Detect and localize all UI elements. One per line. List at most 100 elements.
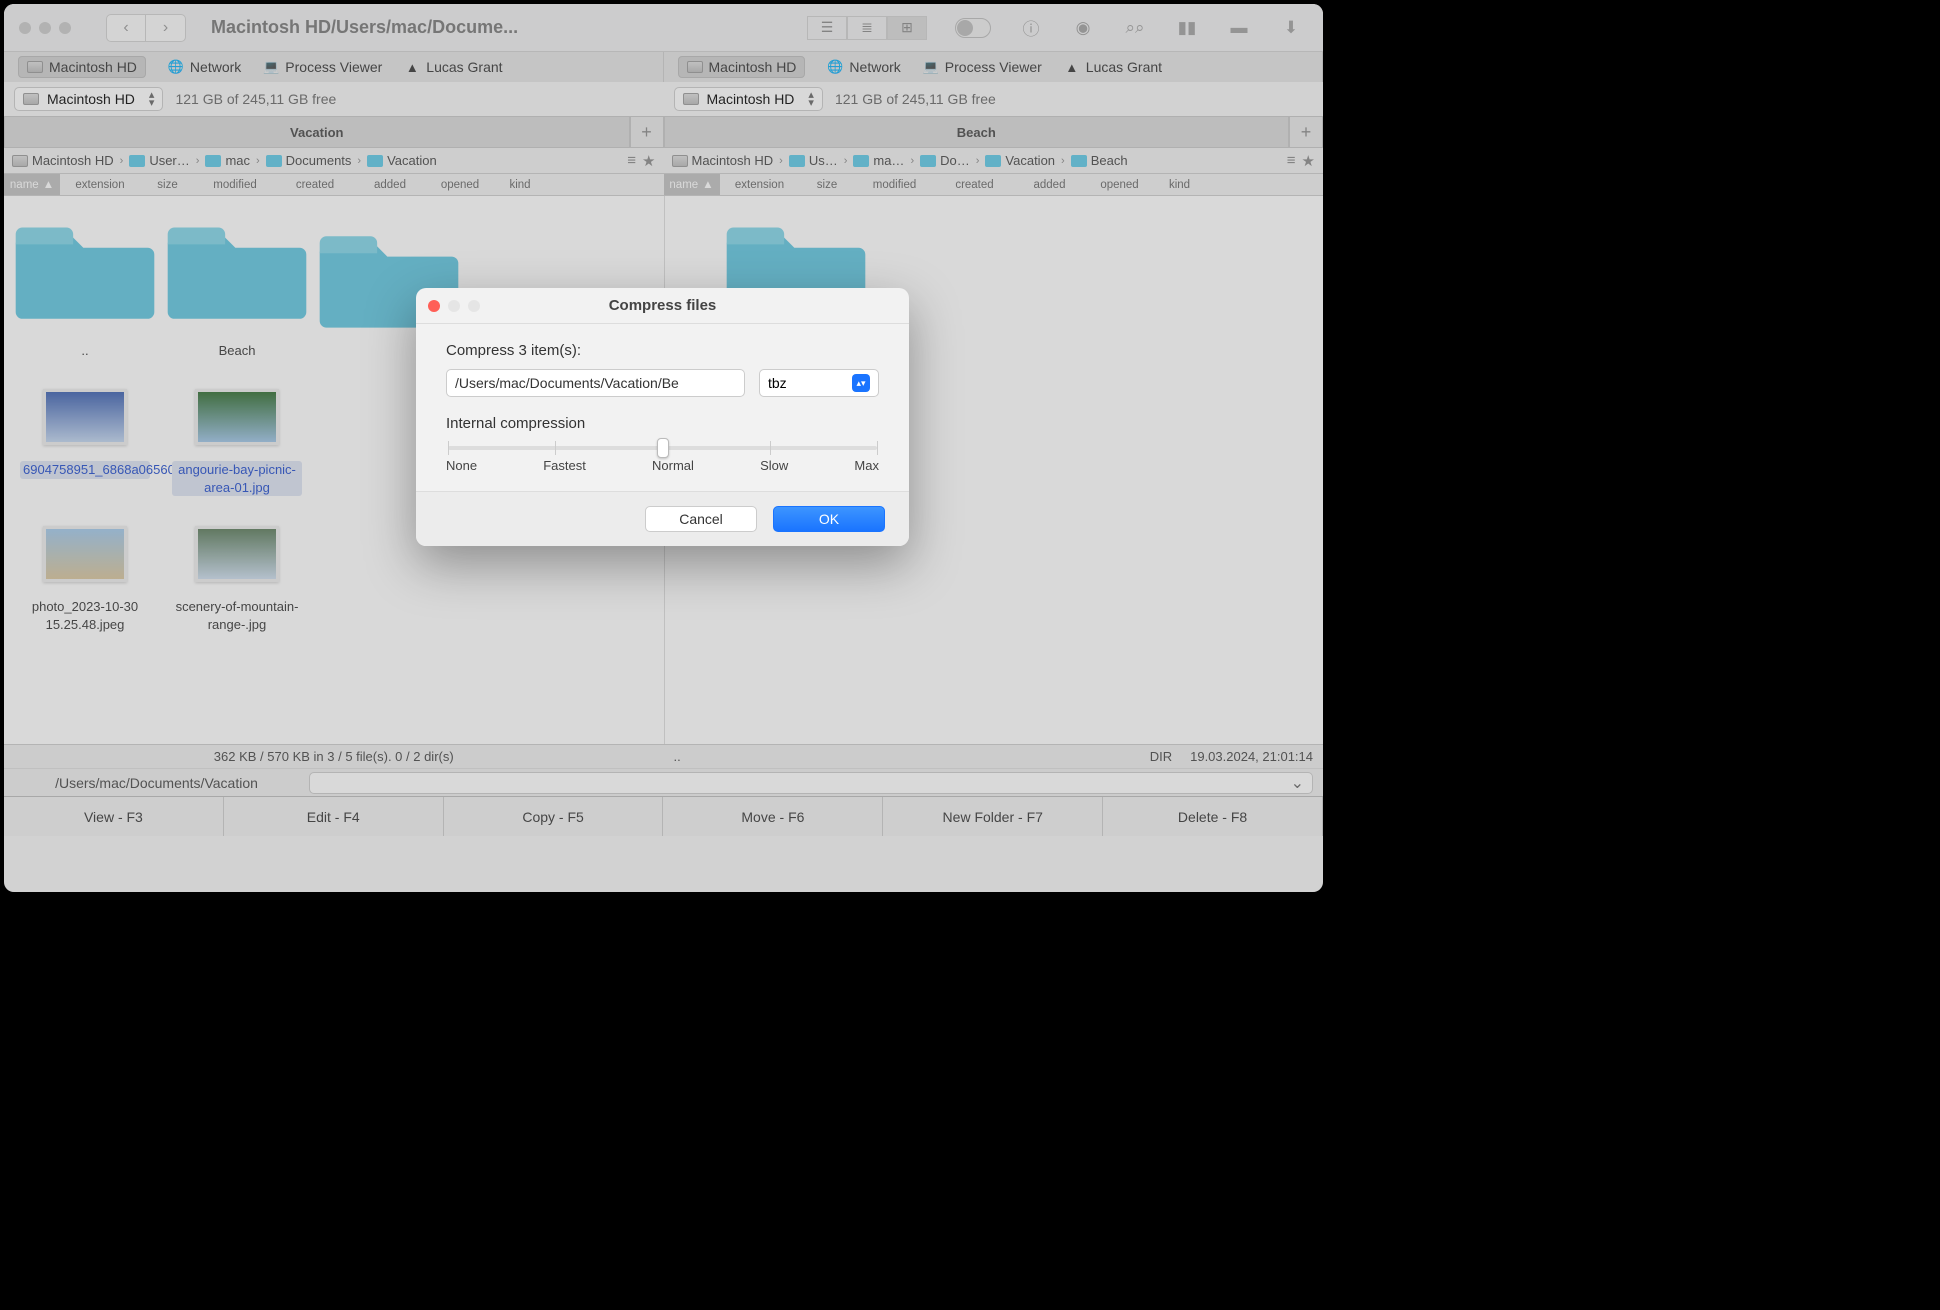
fkey-view[interactable]: View - F3 (4, 797, 224, 836)
star-icon[interactable]: ★ (642, 152, 655, 170)
tab-title-right[interactable]: Beach (664, 116, 1290, 148)
col-name[interactable]: name ▲ (664, 174, 720, 195)
bc-item[interactable]: Beach (1071, 153, 1128, 168)
file-item[interactable]: scenery-of-mountain-range-.jpg (166, 526, 308, 633)
file-item[interactable]: photo_2023-10-30 15.25.48.jpeg (14, 526, 156, 633)
nav-back-button[interactable]: ‹ (106, 14, 146, 42)
col-created[interactable]: created (275, 174, 355, 195)
fav-process-viewer[interactable]: 💻Process Viewer (263, 59, 382, 75)
fav-lucas-grant[interactable]: ▲Lucas Grant (1064, 59, 1162, 75)
zoom-icon[interactable] (59, 22, 71, 34)
tab-title-left[interactable]: Vacation (4, 116, 630, 148)
quicklook-icon[interactable]: ◉ (1071, 16, 1095, 40)
bc-item[interactable]: Do… (920, 153, 970, 168)
col-created[interactable]: created (935, 174, 1015, 195)
image-thumb (43, 526, 127, 582)
format-select[interactable]: tbz ▴▾ (759, 369, 879, 397)
col-modified[interactable]: modified (855, 174, 935, 195)
fkey-edit[interactable]: Edit - F4 (224, 797, 444, 836)
cancel-button[interactable]: Cancel (645, 506, 757, 532)
image-thumb (43, 389, 127, 445)
col-kind[interactable]: kind (1155, 174, 1205, 195)
fav-network[interactable]: 🌐Network (827, 59, 900, 75)
bc-item[interactable]: Macintosh HD (12, 153, 114, 168)
fav-macintosh-hd[interactable]: Macintosh HD (678, 56, 806, 78)
add-tab-button[interactable]: + (1289, 116, 1323, 148)
gdrive-icon: ▲ (404, 59, 420, 75)
slider-knob[interactable] (657, 438, 669, 458)
fav-macintosh-hd[interactable]: Macintosh HD (18, 56, 146, 78)
col-opened[interactable]: opened (425, 174, 495, 195)
bc-item[interactable]: Vacation (367, 153, 437, 168)
bc-item[interactable]: mac (205, 153, 250, 168)
bc-item[interactable]: Documents (266, 153, 352, 168)
nav-forward-button[interactable]: › (146, 14, 186, 42)
compression-label: Internal compression (446, 415, 879, 432)
file-item[interactable]: 6904758951_6868a06560_b.jpg (14, 389, 156, 496)
hd-icon (23, 93, 39, 105)
dialog-titlebar: Compress files (416, 288, 909, 324)
file-label: photo_2023-10-30 15.25.48.jpeg (20, 598, 150, 633)
col-extension[interactable]: extension (60, 174, 140, 195)
command-combo[interactable]: ⌄ (309, 772, 1313, 794)
drive-selector[interactable]: Macintosh HD▴▾ (674, 87, 823, 111)
slider-label: Slow (760, 458, 788, 473)
list-icon[interactable]: ≡ (627, 152, 636, 170)
col-added[interactable]: added (1015, 174, 1085, 195)
binoculars-icon[interactable]: ⌕⌕ (1123, 16, 1147, 40)
file-label: .. (81, 342, 88, 360)
col-size[interactable]: size (140, 174, 195, 195)
status-kind: DIR (1150, 749, 1172, 764)
fav-network[interactable]: 🌐Network (168, 59, 241, 75)
col-modified[interactable]: modified (195, 174, 275, 195)
col-extension[interactable]: extension (720, 174, 800, 195)
chevron-updown-icon: ▴▾ (852, 374, 870, 392)
slider-label: Fastest (543, 458, 586, 473)
columns-icon[interactable]: ▮▮ (1175, 16, 1199, 40)
ok-button[interactable]: OK (773, 506, 885, 532)
col-added[interactable]: added (355, 174, 425, 195)
file-item[interactable]: angourie-bay-picnic-area-01.jpg (166, 389, 308, 496)
status-selection: 362 KB / 570 KB in 3 / 5 file(s). 0 / 2 … (4, 744, 1323, 768)
fkey-copy[interactable]: Copy - F5 (444, 797, 664, 836)
status-date: 19.03.2024, 21:01:14 (1190, 749, 1313, 764)
file-item[interactable]: Beach (166, 214, 308, 359)
bc-item[interactable]: Us… (789, 153, 838, 168)
file-label: scenery-of-mountain-range-.jpg (172, 598, 302, 633)
column-headers: name ▲ extension size modified created a… (4, 174, 1323, 196)
fkey-delete[interactable]: Delete - F8 (1103, 797, 1323, 836)
fav-process-viewer[interactable]: 💻Process Viewer (923, 59, 1042, 75)
bc-item[interactable]: Vacation (985, 153, 1055, 168)
col-kind[interactable]: kind (495, 174, 545, 195)
fkey-bar: View - F3 Edit - F4 Copy - F5 Move - F6 … (4, 796, 1323, 836)
file-item[interactable]: .. (14, 214, 156, 359)
dialog-subtitle: Compress 3 item(s): (446, 342, 879, 359)
bc-item[interactable]: User… (129, 153, 189, 168)
fkey-move[interactable]: Move - F6 (663, 797, 883, 836)
download-icon[interactable]: ⬇ (1279, 16, 1303, 40)
slider-label: None (446, 458, 477, 473)
path-bar: /Users/mac/Documents/Vacation ⌄ (4, 768, 1323, 796)
compression-slider[interactable]: None Fastest Normal Slow Max (446, 446, 879, 473)
breadcrumb-right: Macintosh HD› Us…› ma…› Do…› Vacation› B… (664, 148, 1324, 174)
info-icon[interactable]: ⓘ (1019, 16, 1043, 40)
bc-item[interactable]: ma… (853, 153, 904, 168)
title-path: Macintosh HD/Users/mac/Docume... (211, 17, 518, 38)
fkey-newfolder[interactable]: New Folder - F7 (883, 797, 1103, 836)
col-opened[interactable]: opened (1085, 174, 1155, 195)
view-mode-segment[interactable]: ☰≣⊞ (807, 16, 927, 40)
screen-icon[interactable]: ▬ (1227, 16, 1251, 40)
minimize-icon[interactable] (39, 22, 51, 34)
list-icon[interactable]: ≡ (1287, 152, 1296, 170)
star-icon[interactable]: ★ (1302, 152, 1315, 170)
archive-path-input[interactable] (446, 369, 745, 397)
chevron-updown-icon: ▴▾ (808, 91, 814, 107)
col-name[interactable]: name ▲ (4, 174, 60, 195)
toggle-switch[interactable] (955, 18, 991, 38)
drive-selector[interactable]: Macintosh HD▴▾ (14, 87, 163, 111)
bc-item[interactable]: Macintosh HD (672, 153, 774, 168)
add-tab-button[interactable]: + (630, 116, 664, 148)
fav-lucas-grant[interactable]: ▲Lucas Grant (404, 59, 502, 75)
col-size[interactable]: size (800, 174, 855, 195)
close-icon[interactable] (19, 22, 31, 34)
